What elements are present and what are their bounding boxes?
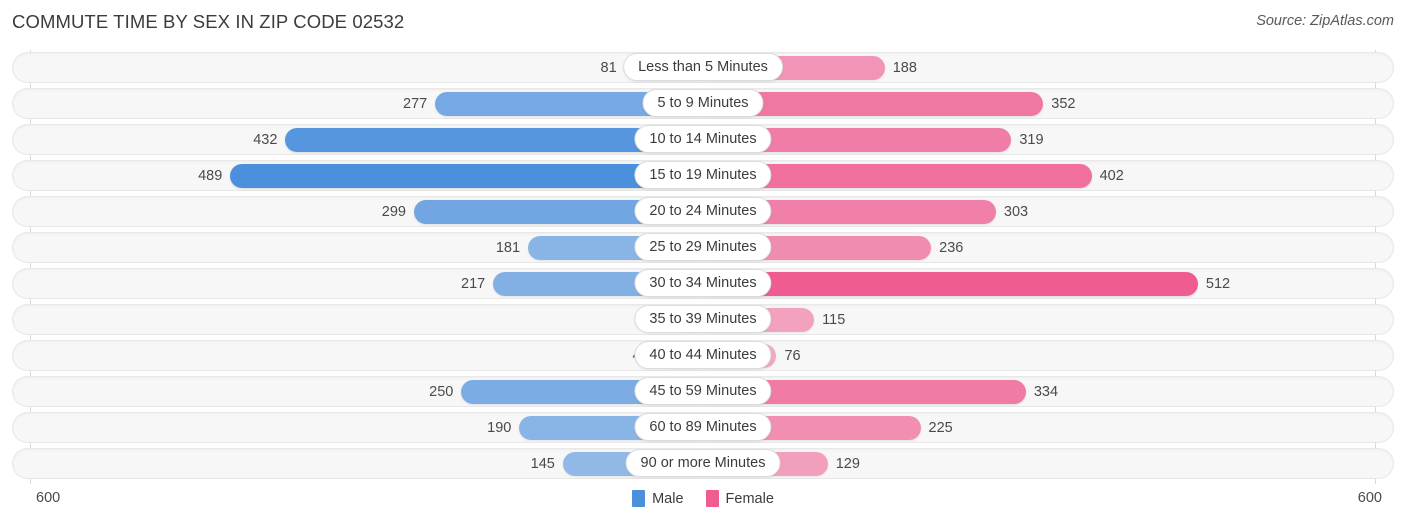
chart-row: 190 225 60 to 89 Minutes — [0, 410, 1406, 446]
value-label-female: 334 — [1033, 384, 1059, 400]
value-label-female: 188 — [892, 60, 917, 76]
value-label-female: 236 — [939, 240, 964, 256]
value-label-male: 145 — [530, 456, 555, 472]
value-label-female: 225 — [928, 420, 953, 436]
value-label-female: 402 — [1099, 168, 1124, 184]
chart-row: 145 129 90 or more Minutes — [0, 446, 1406, 482]
value-label-male: 250 — [429, 384, 454, 400]
category-label: 40 to 44 Minutes — [634, 341, 772, 369]
category-label: 15 to 19 Minutes — [634, 161, 772, 189]
chart-row: 299 303 20 to 24 Minutes — [0, 194, 1406, 230]
chart-row: 181 236 25 to 29 Minutes — [0, 230, 1406, 266]
bar-male[interactable] — [230, 164, 703, 188]
bar-female[interactable] — [703, 272, 1198, 296]
value-label-male: 299 — [381, 204, 406, 220]
value-label-female: 129 — [835, 456, 860, 472]
chart-footer: 600 600 Male Female — [0, 484, 1406, 523]
chart-row: 217 512 30 to 34 Minutes — [0, 266, 1406, 302]
value-label-female: 512 — [1205, 276, 1231, 292]
chart-row: 432 319 10 to 14 Minutes — [0, 122, 1406, 158]
category-label: Less than 5 Minutes — [623, 53, 783, 81]
chart-row: 489 402 15 to 19 Minutes — [0, 158, 1406, 194]
value-label-male: 217 — [461, 276, 486, 292]
chart-header: COMMUTE TIME BY SEX IN ZIP CODE 02532 So… — [0, 0, 1406, 46]
value-label-male: 277 — [403, 96, 428, 112]
category-label: 20 to 24 Minutes — [634, 197, 772, 225]
value-label-male: 489 — [198, 168, 223, 184]
category-label: 60 to 89 Minutes — [634, 413, 772, 441]
chart-row: 487640 to 44 Minutes — [0, 338, 1406, 374]
legend-swatch-male — [632, 490, 646, 507]
chart-plot-area: 81 188 Less than 5 Minutes 277 352 5 to 9 Min… — [0, 50, 1406, 484]
value-label-male: 190 — [487, 420, 512, 436]
chart-row: 2811535 to 39 Minutes — [0, 302, 1406, 338]
value-label-male: 432 — [253, 132, 278, 148]
legend-label-male: Male — [652, 490, 684, 507]
category-label: 10 to 14 Minutes — [634, 125, 772, 153]
value-label-female: 115 — [822, 312, 846, 328]
source-attribution: Source: ZipAtlas.com — [1256, 13, 1394, 29]
chart-row: 277 352 5 to 9 Minutes — [0, 86, 1406, 122]
chart-legend: Male Female — [0, 490, 1406, 507]
category-label: 5 to 9 Minutes — [642, 89, 764, 117]
category-label: 30 to 34 Minutes — [634, 269, 772, 297]
value-label-female: 319 — [1019, 132, 1044, 148]
value-label-male: 181 — [495, 240, 521, 256]
legend-label-female: Female — [725, 490, 774, 507]
legend-item-male[interactable]: Male — [632, 490, 684, 507]
value-label-female: 303 — [1003, 204, 1029, 220]
value-label-male: 81 — [600, 60, 617, 76]
chart-row: 81 188 Less than 5 Minutes — [0, 50, 1406, 86]
category-label: 25 to 29 Minutes — [634, 233, 772, 261]
legend-swatch-female — [705, 490, 719, 507]
page-title: COMMUTE TIME BY SEX IN ZIP CODE 02532 — [12, 11, 405, 32]
category-label: 90 or more Minutes — [625, 449, 781, 477]
category-label: 35 to 39 Minutes — [634, 305, 772, 333]
chart-row: 250 334 45 to 59 Minutes — [0, 374, 1406, 410]
value-label-female: 352 — [1051, 96, 1076, 112]
legend-item-female[interactable]: Female — [705, 490, 774, 507]
value-label-female: 76 — [784, 348, 801, 364]
category-label: 45 to 59 Minutes — [634, 377, 772, 405]
